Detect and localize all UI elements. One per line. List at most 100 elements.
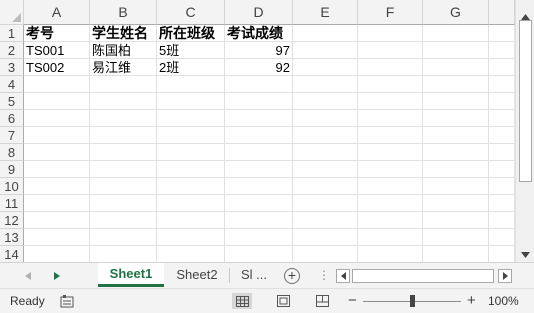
grid-cell[interactable] (24, 195, 90, 212)
cell-a3[interactable]: TS002 (24, 59, 90, 76)
tab-sheet3-truncated[interactable]: Sl ... (233, 263, 275, 287)
grid-cell[interactable] (489, 76, 515, 93)
grid-cell[interactable] (423, 195, 489, 212)
grid-cell[interactable] (293, 93, 358, 110)
row-header[interactable]: 6 (0, 110, 24, 127)
row-header[interactable]: 14 (0, 246, 24, 262)
cell-c3[interactable]: 2班 (157, 59, 225, 76)
grid-cell[interactable] (489, 161, 515, 178)
grid-cell[interactable] (90, 229, 157, 246)
grid-cell[interactable] (358, 161, 423, 178)
grid-cell[interactable] (157, 76, 225, 93)
grid-cell[interactable] (358, 229, 423, 246)
cell-a2[interactable]: TS001 (24, 42, 90, 59)
cell-d3[interactable]: 92 (225, 59, 293, 76)
grid-cell[interactable] (358, 127, 423, 144)
grid-cell[interactable] (90, 144, 157, 161)
cell-g3[interactable] (423, 59, 489, 76)
grid-cell[interactable] (489, 229, 515, 246)
grid-cell[interactable] (90, 93, 157, 110)
scroll-down-button[interactable] (518, 247, 533, 262)
row-header[interactable]: 12 (0, 212, 24, 229)
cell-g1[interactable] (423, 25, 489, 42)
grid-cell[interactable] (358, 93, 423, 110)
grid-cell[interactable] (225, 110, 293, 127)
tab-nav-prev-button[interactable] (20, 267, 36, 285)
tab-nav-next-button[interactable] (49, 267, 65, 285)
grid-cell[interactable] (489, 93, 515, 110)
cell-h1[interactable] (489, 25, 515, 42)
page-break-preview-button[interactable] (312, 293, 332, 309)
zoom-percent[interactable]: 100% (488, 289, 519, 313)
row-header[interactable]: 1 (0, 25, 24, 42)
grid-cell[interactable] (423, 246, 489, 262)
vertical-scroll-thumb[interactable] (519, 20, 532, 182)
tab-splitter-handle[interactable]: ⋮ (318, 267, 330, 283)
grid-cell[interactable] (293, 76, 358, 93)
cell-c1[interactable]: 所在班级 (157, 25, 225, 42)
grid-cell[interactable] (293, 161, 358, 178)
grid-cell[interactable] (423, 229, 489, 246)
row-header[interactable]: 13 (0, 229, 24, 246)
row-header[interactable]: 2 (0, 42, 24, 59)
grid-cell[interactable] (24, 127, 90, 144)
grid-cell[interactable] (157, 127, 225, 144)
cell-b1[interactable]: 学生姓名 (90, 25, 157, 42)
column-header-a[interactable]: A (24, 0, 90, 25)
row-header[interactable]: 3 (0, 59, 24, 76)
grid-cell[interactable] (423, 178, 489, 195)
cell-f2[interactable] (358, 42, 423, 59)
add-sheet-button[interactable]: + (284, 268, 300, 284)
column-header-e[interactable]: E (293, 0, 358, 25)
grid-cell[interactable] (157, 212, 225, 229)
horizontal-scroll-thumb[interactable] (352, 269, 494, 283)
grid-cell[interactable] (157, 195, 225, 212)
grid-cell[interactable] (489, 195, 515, 212)
grid-cell[interactable] (24, 161, 90, 178)
column-header-h-partial[interactable] (489, 0, 515, 25)
column-header-f[interactable]: F (358, 0, 423, 25)
grid-cell[interactable] (225, 144, 293, 161)
grid-cell[interactable] (423, 212, 489, 229)
grid-cell[interactable] (24, 178, 90, 195)
scroll-right-button[interactable] (498, 269, 512, 283)
grid-cell[interactable] (225, 76, 293, 93)
tab-sheet1[interactable]: Sheet1 (98, 263, 164, 287)
grid-cell[interactable] (90, 178, 157, 195)
grid-cell[interactable] (423, 76, 489, 93)
column-header-g[interactable]: G (423, 0, 489, 25)
grid-cell[interactable] (358, 246, 423, 262)
grid-cell[interactable] (489, 246, 515, 262)
grid-cell[interactable] (358, 195, 423, 212)
grid-cell[interactable] (90, 212, 157, 229)
grid-cell[interactable] (24, 110, 90, 127)
grid-cell[interactable] (489, 144, 515, 161)
row-header[interactable]: 5 (0, 93, 24, 110)
grid-cell[interactable] (157, 144, 225, 161)
grid-cell[interactable] (225, 195, 293, 212)
grid-cell[interactable] (157, 178, 225, 195)
grid-cell[interactable] (293, 229, 358, 246)
grid-cell[interactable] (358, 76, 423, 93)
grid-cell[interactable] (293, 178, 358, 195)
grid-cell[interactable] (489, 178, 515, 195)
cell-b3[interactable]: 易江维 (90, 59, 157, 76)
grid-cell[interactable] (225, 93, 293, 110)
grid-cell[interactable] (423, 144, 489, 161)
grid-cell[interactable] (423, 93, 489, 110)
zoom-slider-thumb[interactable] (410, 295, 415, 307)
grid-cell[interactable] (225, 246, 293, 262)
grid-cell[interactable] (225, 127, 293, 144)
horizontal-scrollbar[interactable] (336, 267, 514, 285)
cell-e2[interactable] (293, 42, 358, 59)
grid-cell[interactable] (90, 246, 157, 262)
cell-d2[interactable]: 97 (225, 42, 293, 59)
grid-cell[interactable] (358, 110, 423, 127)
row-header[interactable]: 4 (0, 76, 24, 93)
zoom-in-button[interactable]: + (467, 289, 476, 313)
grid-cell[interactable] (358, 144, 423, 161)
grid-cell[interactable] (358, 178, 423, 195)
grid-cell[interactable] (423, 110, 489, 127)
row-header[interactable]: 8 (0, 144, 24, 161)
normal-view-button[interactable] (232, 293, 252, 309)
